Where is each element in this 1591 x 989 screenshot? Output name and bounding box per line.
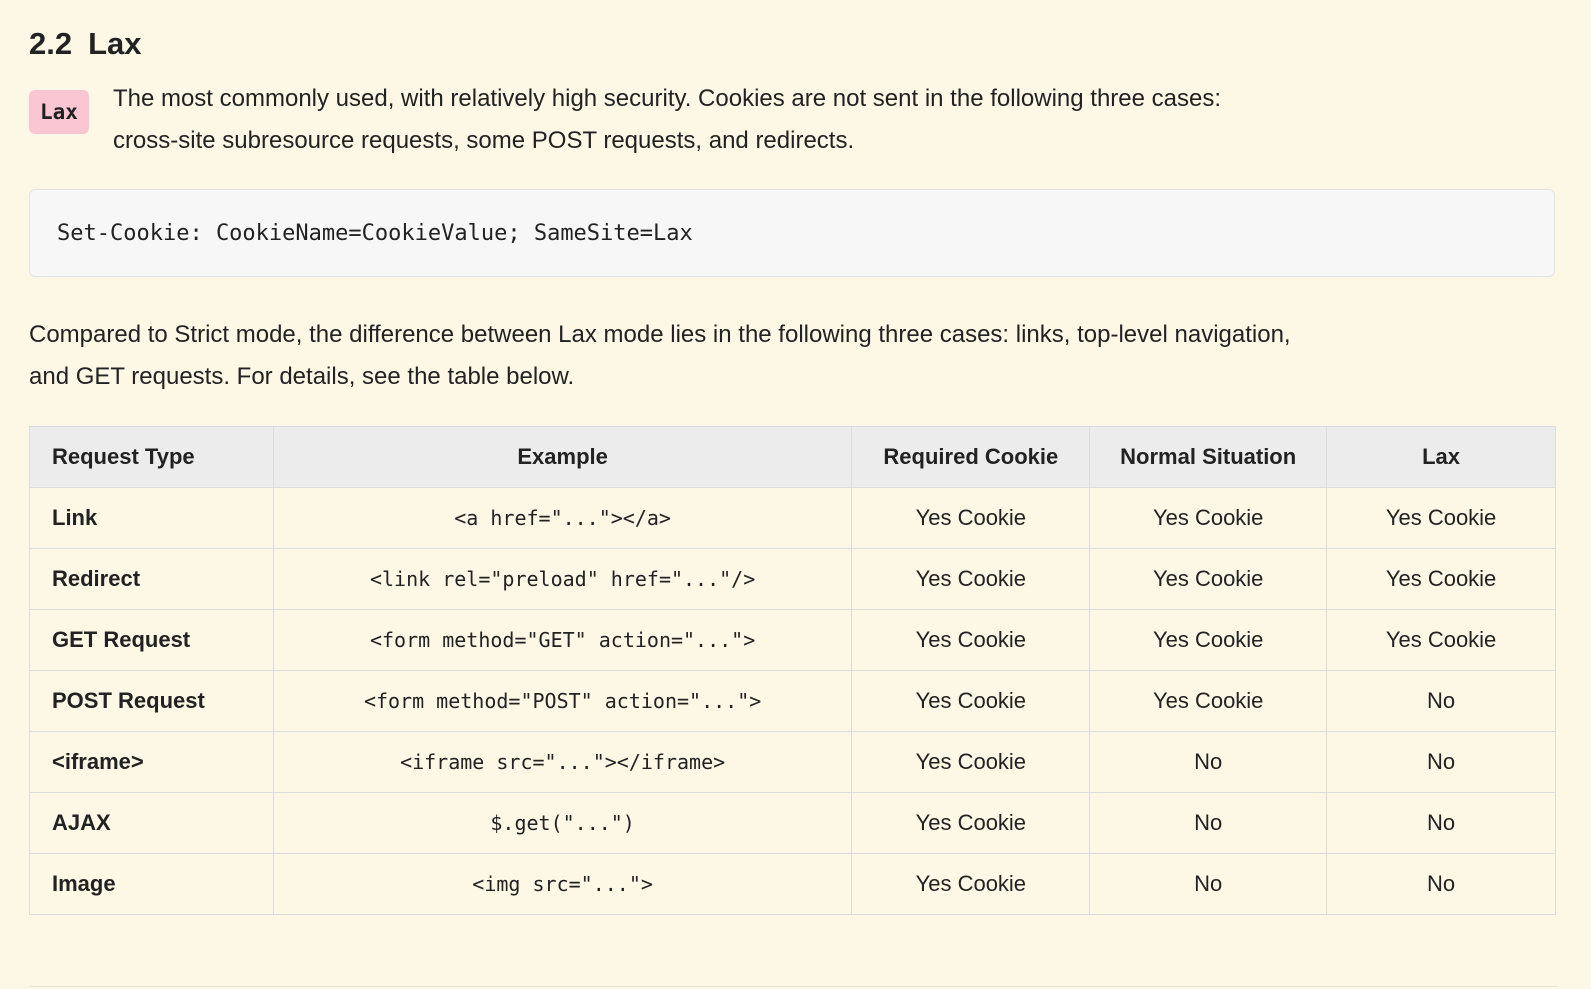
intro-block: Lax The most commonly used, with relativ…	[29, 78, 1479, 162]
cell-required-cookie: Yes Cookie	[851, 792, 1091, 854]
section-number: 2.2	[29, 26, 73, 61]
header-lax: Lax	[1326, 426, 1556, 488]
cell-required-cookie: Yes Cookie	[851, 670, 1091, 732]
cell-request-type: Link	[29, 487, 274, 549]
cell-lax: No	[1326, 670, 1556, 732]
cell-request-type: Redirect	[29, 548, 274, 610]
header-required-cookie: Required Cookie	[851, 426, 1091, 488]
cell-request-type: GET Request	[29, 609, 274, 671]
cell-lax: Yes Cookie	[1326, 487, 1556, 549]
code-block[interactable]: Set-Cookie: CookieName=CookieValue; Same…	[29, 189, 1555, 277]
cell-required-cookie: Yes Cookie	[851, 487, 1091, 549]
cell-normal-situation: No	[1089, 853, 1328, 915]
cell-lax: No	[1326, 853, 1556, 915]
cell-request-type: POST Request	[29, 670, 274, 732]
cell-example: <a href="..."></a>	[272, 487, 853, 549]
cell-example: <form method="POST" action="...">	[272, 670, 853, 732]
cell-request-type: <iframe>	[29, 731, 274, 793]
cell-example: $.get("...")	[272, 792, 853, 854]
cell-request-type: Image	[29, 853, 274, 915]
table-row: AJAX $.get("...") Yes Cookie No No	[29, 792, 1556, 854]
cell-lax: Yes Cookie	[1326, 609, 1556, 671]
cell-normal-situation: No	[1089, 731, 1328, 793]
cell-required-cookie: Yes Cookie	[851, 853, 1091, 915]
lax-badge: Lax	[29, 90, 89, 134]
comparison-table: Request Type Example Required Cookie Nor…	[29, 426, 1556, 915]
table-row: POST Request <form method="POST" action=…	[29, 670, 1556, 732]
intro-line-1: The most commonly used, with relatively …	[112, 85, 1222, 112]
cell-lax: Yes Cookie	[1326, 548, 1556, 610]
section-title: Lax	[88, 26, 142, 61]
comparison-paragraph: Compared to Strict mode, the difference …	[29, 314, 1509, 398]
cell-example: <iframe src="..."></iframe>	[272, 731, 853, 793]
cell-normal-situation: Yes Cookie	[1089, 548, 1328, 610]
table-header-row: Request Type Example Required Cookie Nor…	[29, 426, 1556, 488]
header-example: Example	[272, 426, 853, 488]
cell-required-cookie: Yes Cookie	[851, 609, 1091, 671]
cell-normal-situation: Yes Cookie	[1089, 609, 1328, 671]
cell-example: <form method="GET" action="...">	[272, 609, 853, 671]
section-heading: 2.2 Lax	[29, 26, 142, 62]
intro-line-2: cross-site subresource requests, some PO…	[112, 127, 855, 154]
table-row: GET Request <form method="GET" action=".…	[29, 609, 1556, 671]
cell-example: <link rel="preload" href="..."/>	[272, 548, 853, 610]
paragraph-line-2: and GET requests. For details, see the t…	[29, 363, 575, 390]
cell-required-cookie: Yes Cookie	[851, 548, 1091, 610]
cell-normal-situation: Yes Cookie	[1089, 670, 1328, 732]
header-request-type: Request Type	[29, 426, 274, 488]
divider	[29, 986, 1557, 987]
cell-example: <img src="...">	[272, 853, 853, 915]
table-row: Link <a href="..."></a> Yes Cookie Yes C…	[29, 487, 1556, 549]
table-row: Redirect <link rel="preload" href="..."/…	[29, 548, 1556, 610]
table-row: Image <img src="..."> Yes Cookie No No	[29, 853, 1556, 915]
intro-text: The most commonly used, with relatively …	[113, 78, 1221, 162]
cell-lax: No	[1326, 792, 1556, 854]
paragraph-line-1: Compared to Strict mode, the difference …	[29, 321, 1291, 348]
cell-required-cookie: Yes Cookie	[851, 731, 1091, 793]
cell-lax: No	[1326, 731, 1556, 793]
cell-request-type: AJAX	[29, 792, 274, 854]
table-row: <iframe> <iframe src="..."></iframe> Yes…	[29, 731, 1556, 793]
cell-normal-situation: No	[1089, 792, 1328, 854]
cell-normal-situation: Yes Cookie	[1089, 487, 1328, 549]
header-normal-situation: Normal Situation	[1089, 426, 1328, 488]
